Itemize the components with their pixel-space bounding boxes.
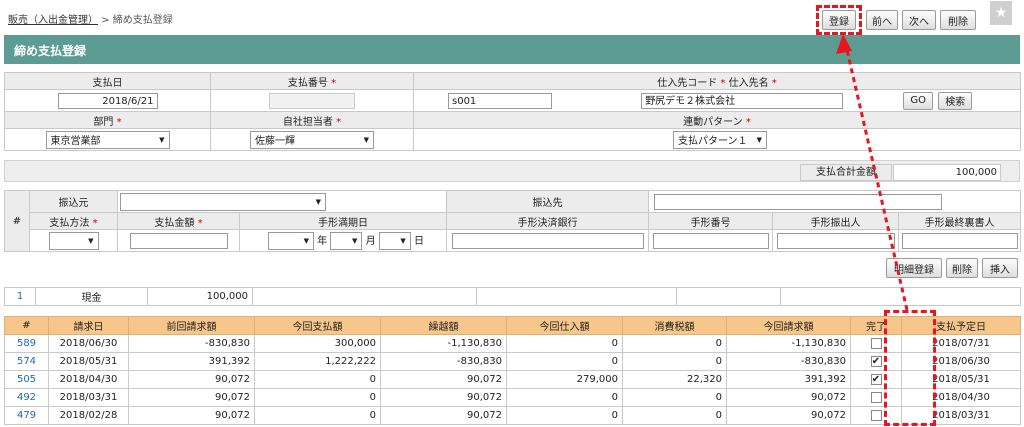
annotation-arrow	[836, 34, 909, 311]
